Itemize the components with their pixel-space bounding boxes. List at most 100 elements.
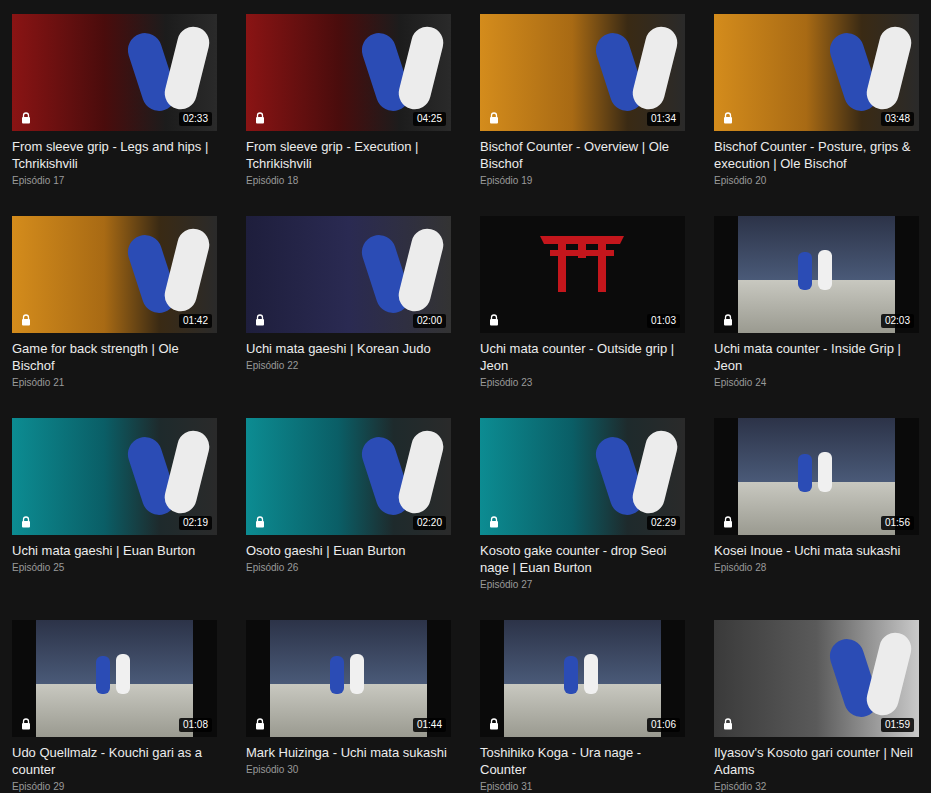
torii-logo-icon: [532, 228, 632, 298]
video-thumbnail[interactable]: 02:19: [12, 418, 217, 535]
judoka-figure: [116, 654, 130, 694]
lock-icon: [723, 112, 733, 124]
lock-icon: [723, 718, 733, 730]
lock-icon: [255, 718, 265, 730]
video-thumbnail[interactable]: 03:48: [714, 14, 919, 131]
video-title[interactable]: Uchi mata counter - Inside Grip | Jeon: [714, 340, 919, 374]
video-title[interactable]: From sleeve grip - Legs and hips | Tchri…: [12, 138, 217, 172]
mat: [270, 684, 427, 737]
video-card[interactable]: 01:06 Toshihiko Koga - Ura nage - Counter…: [480, 620, 685, 793]
video-title[interactable]: Uchi mata gaeshi | Korean Judo: [246, 340, 451, 357]
judoka-figure: [818, 452, 832, 492]
lock-icon: [489, 314, 499, 326]
video-title[interactable]: Bischof Counter - Posture, grips & execu…: [714, 138, 919, 172]
video-thumbnail[interactable]: 01:56: [714, 418, 919, 535]
video-thumbnail[interactable]: 04:25: [246, 14, 451, 131]
video-thumbnail[interactable]: 02:33: [12, 14, 217, 131]
arena-footage: [738, 418, 895, 535]
video-card[interactable]: 01:44Mark Huizinga - Uchi mata sukashiEp…: [246, 620, 451, 793]
video-thumbnail[interactable]: 01:44: [246, 620, 451, 737]
judoka-figure: [798, 252, 812, 290]
duration-badge: 02:20: [413, 516, 446, 530]
crowd: [738, 216, 895, 280]
mat: [738, 280, 895, 333]
video-thumbnail[interactable]: 02:03: [714, 216, 919, 333]
video-grid-page: 02:33 From sleeve grip - Legs and hips | …: [0, 0, 931, 793]
video-title[interactable]: Uchi mata counter - Outside grip | Jeon: [480, 340, 685, 374]
episode-label: Episódio 17: [12, 174, 217, 187]
episode-label: Episódio 20: [714, 174, 919, 187]
mat: [738, 482, 895, 535]
video-card[interactable]: 01:03 Uchi mata counter - Outside grip | …: [480, 216, 685, 418]
video-card[interactable]: 01:34 Bischof Counter - Overview | Ole Bi…: [480, 14, 685, 216]
video-title[interactable]: Osoto gaeshi | Euan Burton: [246, 542, 451, 559]
duration-badge: 01:44: [413, 718, 446, 732]
video-thumbnail[interactable]: 02:29: [480, 418, 685, 535]
judoka-figure: [350, 654, 364, 694]
duration-badge: 02:00: [413, 314, 446, 328]
arena-footage: [270, 620, 427, 737]
judoka-figure: [629, 23, 680, 112]
video-card[interactable]: 03:48 Bischof Counter - Posture, grips & …: [714, 14, 919, 216]
video-title[interactable]: Uchi mata gaeshi | Euan Burton: [12, 542, 217, 559]
video-card[interactable]: 02:20 Osoto gaeshi | Euan Burton Episódio …: [246, 418, 451, 620]
episode-label: Episódio 23: [480, 376, 685, 389]
video-title[interactable]: Bischof Counter - Overview | Ole Bischof: [480, 138, 685, 172]
episode-label: Episódio 25: [12, 561, 217, 574]
video-thumbnail[interactable]: 01:59: [714, 620, 919, 737]
duration-badge: 03:48: [881, 112, 914, 126]
lock-icon: [21, 516, 31, 528]
arena-footage: [738, 216, 895, 333]
arena-footage: [504, 620, 661, 737]
video-title[interactable]: Toshihiko Koga - Ura nage - Counter: [480, 744, 685, 778]
judoka-figure: [161, 225, 212, 314]
crowd: [738, 418, 895, 482]
video-title[interactable]: Mark Huizinga - Uchi mata sukashi: [246, 744, 451, 761]
video-card[interactable]: 02:33 From sleeve grip - Legs and hips | …: [12, 14, 217, 216]
video-thumbnail[interactable]: 01:42: [12, 216, 217, 333]
video-card[interactable]: 01:08 Udo Quellmalz - Kouchi gari as a co…: [12, 620, 217, 793]
lock-icon: [723, 516, 733, 528]
video-title[interactable]: From sleeve grip - Execution | Tchrikish…: [246, 138, 451, 172]
video-thumbnail[interactable]: 01:08: [12, 620, 217, 737]
duration-badge: 02:03: [881, 314, 914, 328]
mat: [504, 684, 661, 737]
video-thumbnail[interactable]: 01:34: [480, 14, 685, 131]
judoka-figure: [798, 454, 812, 492]
lock-icon: [255, 112, 265, 124]
lock-icon: [489, 516, 499, 528]
duration-badge: 01:03: [647, 314, 680, 328]
video-title[interactable]: Kosoto gake counter - drop Seoi nage | E…: [480, 542, 685, 576]
duration-badge: 01:06: [647, 718, 680, 732]
video-thumbnail[interactable]: 02:00: [246, 216, 451, 333]
video-card[interactable]: 01:42 Game for back strength | Ole Bischo…: [12, 216, 217, 418]
video-title[interactable]: Udo Quellmalz - Kouchi gari as a counter: [12, 744, 217, 778]
judoka-figure: [161, 23, 212, 112]
video-card[interactable]: 02:03 Uchi mata counter - Inside Grip | J…: [714, 216, 919, 418]
lock-icon: [723, 314, 733, 326]
video-card[interactable]: 02:00Uchi mata gaeshi | Korean JudoEpisó…: [246, 216, 451, 418]
video-thumbnail[interactable]: 01:03: [480, 216, 685, 333]
duration-badge: 02:29: [647, 516, 680, 530]
video-card[interactable]: 02:19 Uchi mata gaeshi | Euan Burton Episó…: [12, 418, 217, 620]
video-card[interactable]: 01:56Kosei Inoue - Uchi mata sukashiEpis…: [714, 418, 919, 620]
judoka-figure: [96, 656, 110, 694]
episode-label: Episódio 26: [246, 561, 451, 574]
video-thumbnail[interactable]: 01:06: [480, 620, 685, 737]
mat: [36, 684, 193, 737]
video-card[interactable]: 04:25 From sleeve grip - Execution | Tchr…: [246, 14, 451, 216]
video-card[interactable]: 02:29 Kosoto gake counter - drop Seoi nag…: [480, 418, 685, 620]
judoka-figure: [161, 427, 212, 516]
arena-footage: [36, 620, 193, 737]
video-title[interactable]: Kosei Inoue - Uchi mata sukashi: [714, 542, 919, 559]
duration-badge: 02:33: [179, 112, 212, 126]
video-title[interactable]: Game for back strength | Ole Bischof: [12, 340, 217, 374]
video-card[interactable]: 01:59 Ilyasov's Kosoto gari counter | Nei…: [714, 620, 919, 793]
lock-icon: [21, 314, 31, 326]
duration-badge: 01:34: [647, 112, 680, 126]
judoka-figure: [564, 656, 578, 694]
judoka-figure: [395, 225, 446, 314]
crowd: [36, 620, 193, 684]
video-title[interactable]: Ilyasov's Kosoto gari counter | Neil Ada…: [714, 744, 919, 778]
video-thumbnail[interactable]: 02:20: [246, 418, 451, 535]
